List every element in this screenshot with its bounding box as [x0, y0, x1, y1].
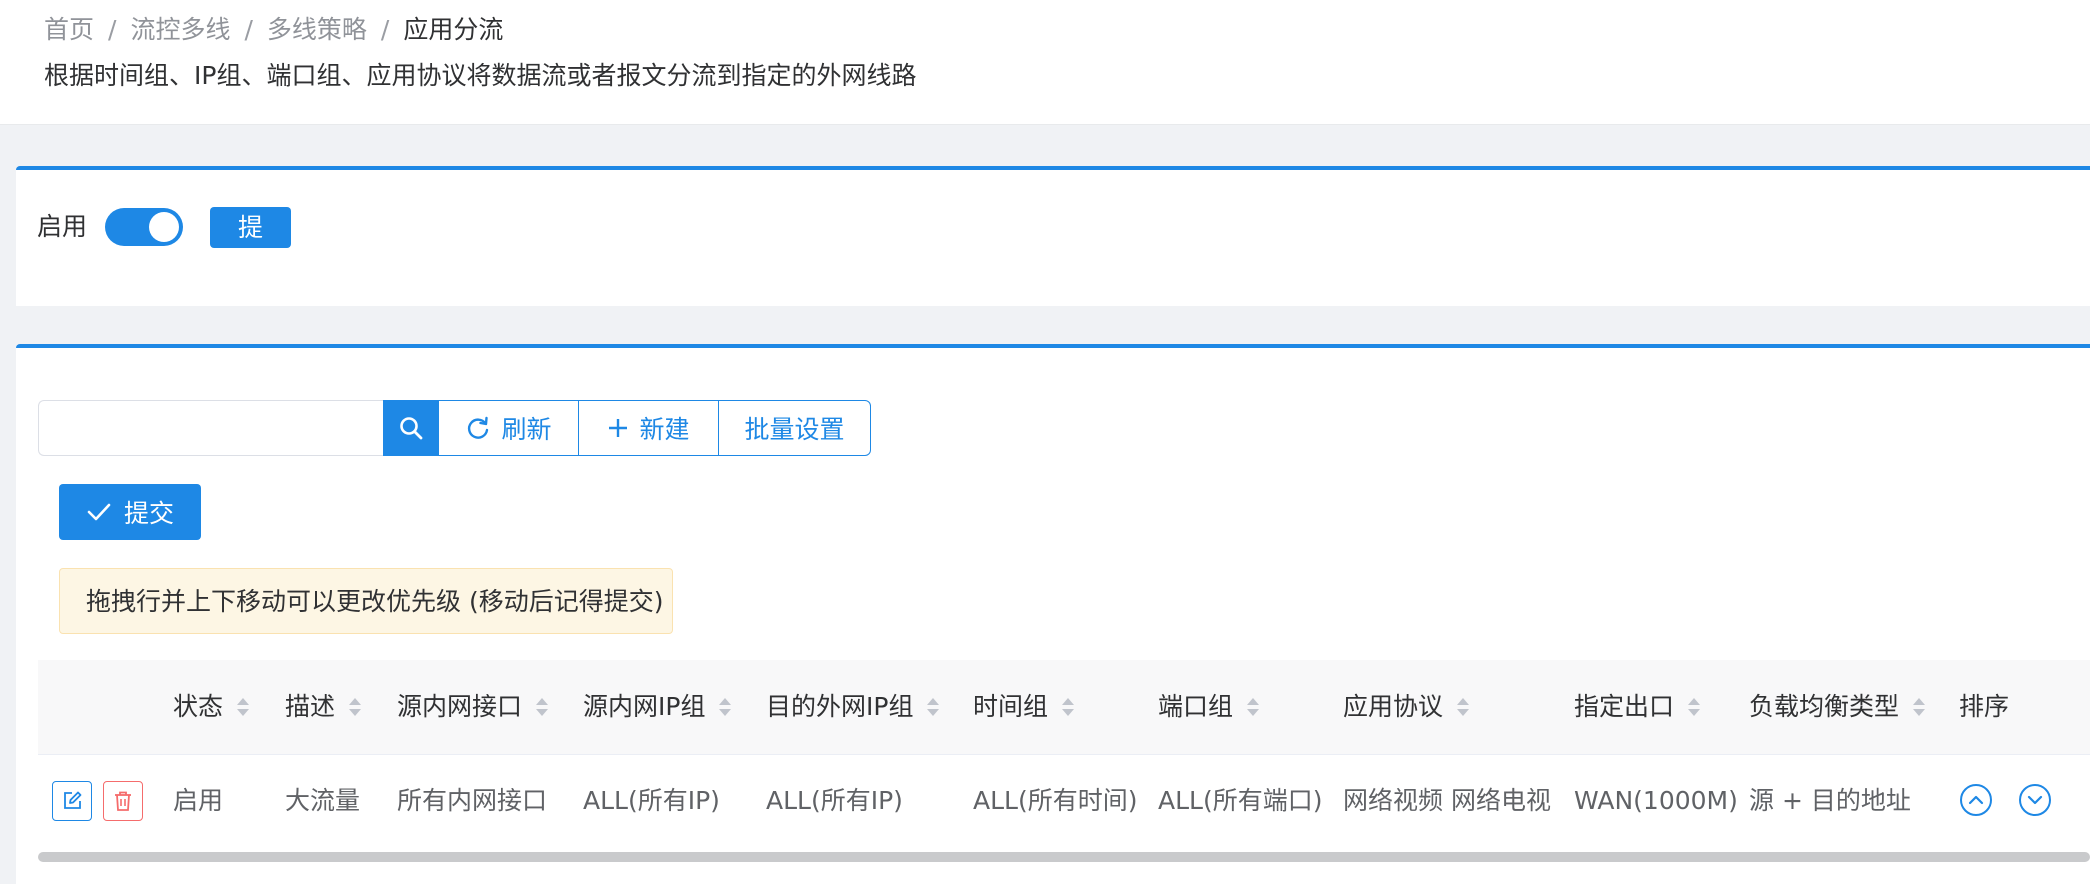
edit-button[interactable] [52, 781, 92, 821]
check-icon [87, 503, 111, 521]
sort-icon[interactable] [536, 698, 549, 716]
enable-card [16, 166, 2090, 306]
breadcrumb-separator: / [244, 15, 253, 44]
sort-icon[interactable] [349, 698, 362, 716]
cell-status: 启用 [173, 786, 224, 815]
column-header-app-protocol[interactable]: 应用协议 [1343, 660, 1470, 754]
new-button[interactable]: 新建 [579, 400, 719, 456]
enable-submit-button[interactable]: 提 交 [210, 207, 291, 283]
column-header-outbound[interactable]: 指定出口 [1574, 660, 1701, 754]
edit-icon [64, 791, 82, 809]
batch-settings-button[interactable]: 批量设置 [719, 400, 871, 456]
sort-icon[interactable] [719, 698, 732, 716]
column-header-lb-type[interactable]: 负载均衡类型 [1749, 660, 1926, 754]
column-label: 时间组 [973, 692, 1049, 721]
sort-icon[interactable] [237, 698, 250, 716]
column-label: 端口组 [1158, 692, 1234, 721]
search-input[interactable] [38, 400, 383, 456]
column-header-src-interface[interactable]: 源内网接口 [397, 660, 549, 754]
sort-icon[interactable] [1913, 698, 1926, 716]
priority-hint-alert: 拖拽行并上下移动可以更改优先级 (移动后记得提交) [59, 568, 673, 634]
column-label: 指定出口 [1574, 692, 1675, 721]
breadcrumb: 首页 / 流控多线 / 多线策略 / 应用分流 [44, 12, 503, 48]
cell-lb-type: 源 + 目的地址 [1749, 786, 1911, 815]
submit-button[interactable]: 提交 [59, 484, 201, 540]
refresh-icon [468, 416, 489, 439]
column-header-order: 排序 [1959, 660, 2009, 754]
trash-icon [115, 791, 131, 811]
search-icon [399, 417, 422, 440]
submit-label: 提交 [123, 499, 174, 528]
sort-icon[interactable] [1247, 698, 1260, 716]
toolbar: 刷新 新建 批量设置 [38, 400, 871, 456]
cell-src-interface: 所有内网接口 [397, 786, 548, 815]
cell-time-group: ALL(所有时间) [973, 786, 1138, 815]
enable-label: 启用 [37, 212, 88, 241]
toggle-knob [149, 212, 179, 242]
column-label: 源内网接口 [397, 692, 523, 721]
cell-dst-ip-group: ALL(所有IP) [766, 786, 903, 815]
column-label: 目的外网IP组 [766, 692, 914, 721]
column-header-time-group[interactable]: 时间组 [973, 660, 1075, 754]
column-header-description[interactable]: 描述 [285, 660, 362, 754]
sort-icon[interactable] [927, 698, 940, 716]
horizontal-scrollbar[interactable] [38, 852, 2090, 862]
sort-icon[interactable] [1062, 698, 1075, 716]
cell-src-ip-group: ALL(所有IP) [583, 786, 720, 815]
refresh-button[interactable]: 刷新 [438, 400, 579, 456]
breadcrumb-home[interactable]: 首页 [44, 15, 94, 44]
page-description: 根据时间组、IP组、端口组、应用协议将数据流或者报文分流到指定的外网线路 [44, 61, 917, 90]
search-button[interactable] [383, 400, 438, 456]
breadcrumb-flow-control[interactable]: 流控多线 [130, 15, 230, 44]
sort-icon[interactable] [1688, 698, 1701, 716]
column-label: 描述 [285, 692, 336, 721]
breadcrumb-policy[interactable]: 多线策略 [267, 15, 367, 44]
plus-icon [609, 419, 628, 437]
breadcrumb-current: 应用分流 [403, 15, 504, 44]
column-header-port-group[interactable]: 端口组 [1158, 660, 1260, 754]
cell-app-protocol: 网络视频 网络电视 [1343, 786, 1551, 815]
move-down-icon[interactable] [2018, 783, 2052, 817]
column-label: 负载均衡类型 [1749, 692, 1900, 721]
breadcrumb-separator: / [380, 15, 390, 44]
batch-settings-label: 批量设置 [744, 415, 845, 444]
column-label: 源内网IP组 [583, 692, 706, 721]
enable-toggle[interactable] [105, 208, 183, 246]
cell-port-group: ALL(所有端口) [1158, 786, 1323, 815]
sort-icon[interactable] [1457, 698, 1470, 716]
column-header-dst-ip-group[interactable]: 目的外网IP组 [766, 660, 940, 754]
column-label: 排序 [1959, 692, 2010, 721]
breadcrumb-separator: / [108, 15, 117, 44]
column-header-src-ip-group[interactable]: 源内网IP组 [583, 660, 732, 754]
column-header-status[interactable]: 状态 [173, 660, 250, 754]
refresh-label: 刷新 [501, 415, 552, 444]
cell-outbound: WAN(1000M) [1574, 786, 1738, 815]
cell-description: 大流量 [285, 786, 361, 815]
column-label: 状态 [173, 692, 224, 721]
column-label: 应用协议 [1343, 692, 1444, 721]
move-up-icon[interactable] [1959, 783, 1993, 817]
new-label: 新建 [639, 415, 690, 444]
delete-button[interactable] [103, 781, 143, 821]
